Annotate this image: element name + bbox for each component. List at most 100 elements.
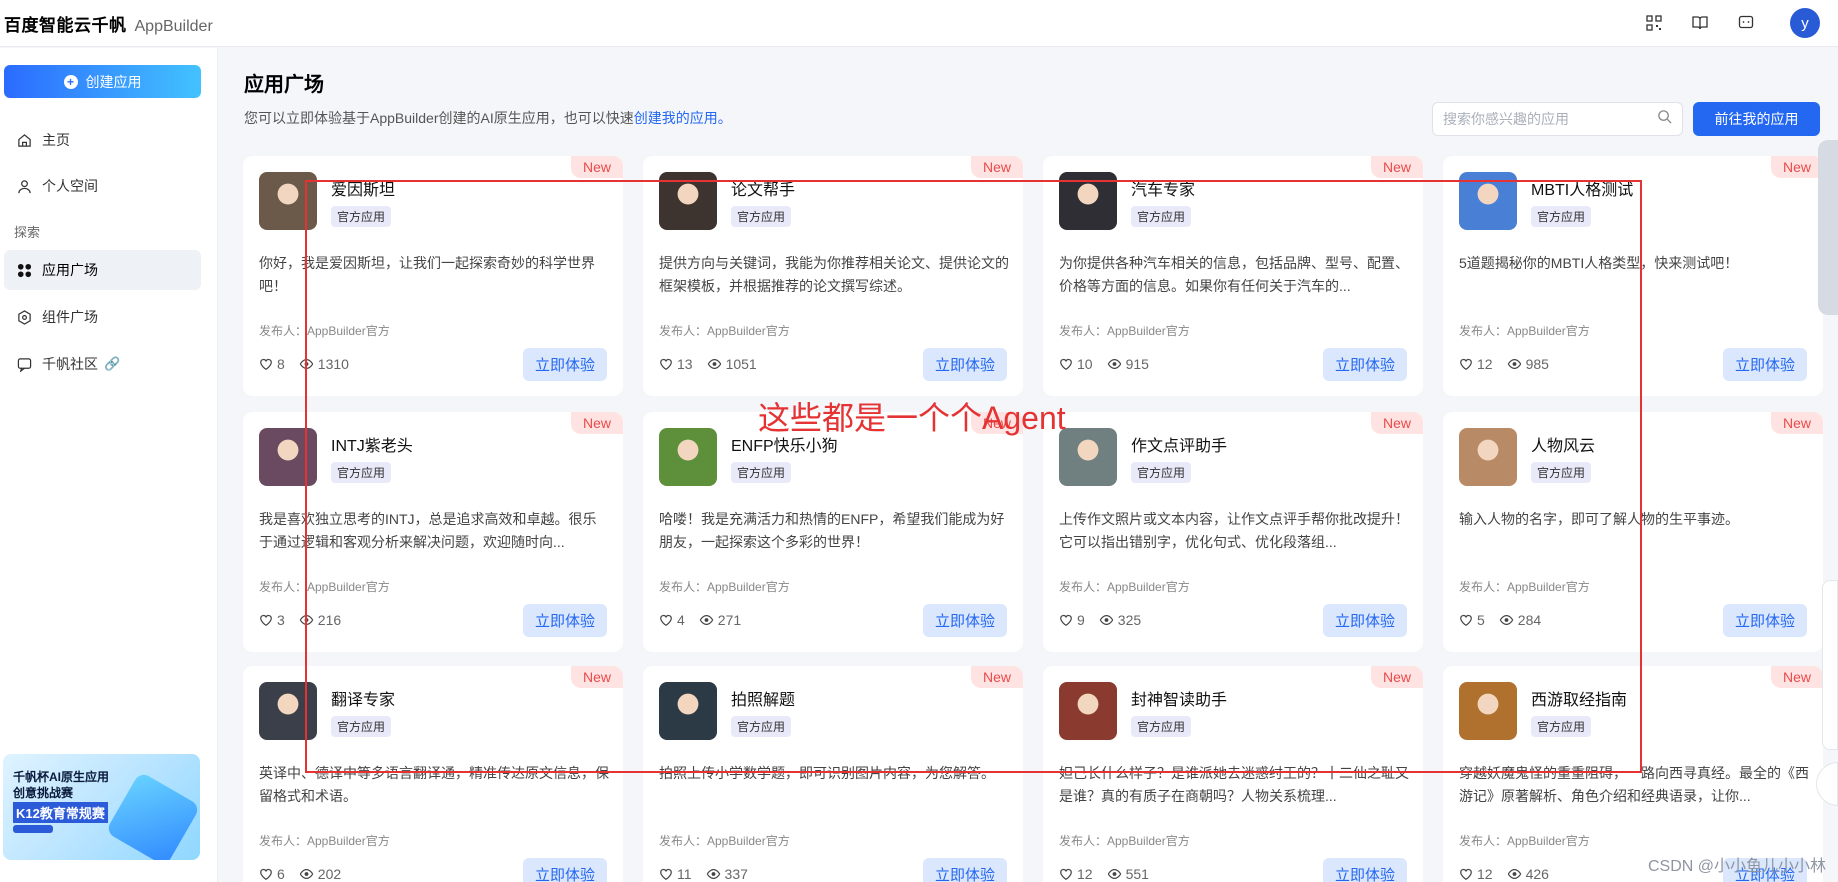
app-stats: 12 426 xyxy=(1459,866,1563,882)
user-avatar[interactable]: y xyxy=(1790,8,1820,38)
eye-icon xyxy=(299,869,314,879)
views: 337 xyxy=(706,866,748,882)
sidebar-item-home[interactable]: 主页 xyxy=(4,120,201,160)
views: 216 xyxy=(299,612,341,628)
views: 426 xyxy=(1507,866,1549,882)
feedback-icon[interactable] xyxy=(1734,11,1758,35)
app-card[interactable]: New 作文点评助手 官方应用 上传作文照片或文本内容，让作文点评手帮你批改提升… xyxy=(1043,412,1423,652)
sidebar-item-app-square[interactable]: 应用广场 xyxy=(4,250,201,290)
heart-icon xyxy=(1060,868,1072,880)
like-count: 5 xyxy=(1477,612,1485,628)
promo-line-3: K12教育常规赛 xyxy=(13,802,108,823)
publisher: 发布人：AppBuilder官方 xyxy=(659,580,790,594)
search-icon[interactable] xyxy=(1657,109,1672,129)
app-card[interactable]: New 翻译专家 官方应用 英译中、德译中等多语言翻译通，精准传达原文信息，保留… xyxy=(243,666,623,882)
likes[interactable]: 8 xyxy=(259,356,285,372)
likes[interactable]: 12 xyxy=(1459,866,1493,882)
likes[interactable]: 12 xyxy=(1459,356,1493,372)
try-now-button[interactable]: 立即体验 xyxy=(923,604,1007,637)
new-tag: New xyxy=(570,156,623,178)
sidebar-item-label: 千帆社区 xyxy=(42,356,98,372)
grid-icon[interactable] xyxy=(1642,11,1666,35)
likes[interactable]: 9 xyxy=(1059,612,1085,628)
watermark: CSDN @小小鱼儿小小林 xyxy=(1647,858,1826,875)
sidebar-item-component-square[interactable]: 组件广场 xyxy=(4,297,201,337)
app-card[interactable]: New 汽车专家 官方应用 为你提供各种汽车相关的信息，包括品牌、型号、配置、价… xyxy=(1043,156,1423,396)
try-now-button[interactable]: 立即体验 xyxy=(923,348,1007,381)
app-card[interactable]: New ENFP快乐小狗 官方应用 哈喽！我是充满活力和热情的ENFP，希望我们… xyxy=(643,412,1023,652)
publisher: 发布人：AppBuilder官方 xyxy=(1459,324,1590,338)
community-icon xyxy=(16,356,32,372)
sidebar-item-label: 组件广场 xyxy=(42,309,98,325)
app-thumbnail xyxy=(259,428,317,486)
top-bar: 百度智能云千帆 AppBuilder y xyxy=(0,0,1838,47)
likes[interactable]: 5 xyxy=(1459,612,1485,628)
likes[interactable]: 10 xyxy=(1059,356,1093,372)
app-card[interactable]: New MBTI人格测试 官方应用 5道题揭秘你的MBTI人格类型，快来测试吧！… xyxy=(1443,156,1823,396)
try-now-button[interactable]: 立即体验 xyxy=(1323,348,1407,381)
promo-banner[interactable]: 千帆杯AI原生应用 创意挑战赛 K12教育常规赛 xyxy=(3,754,200,860)
official-badge: 官方应用 xyxy=(1131,206,1192,227)
app-card[interactable]: New 人物风云 官方应用 输入人物的名字，即可了解人物的生平事迹。 发布人：A… xyxy=(1443,412,1823,652)
heart-icon xyxy=(260,868,272,880)
app-card[interactable]: New 西游取经指南 官方应用 穿越妖魔鬼怪的重重阻碍，一路向西寻真经。最全的《… xyxy=(1443,666,1823,882)
top-icons: y xyxy=(1642,8,1820,38)
app-name: 封神智读助手 xyxy=(1131,692,1228,709)
create-my-app-link[interactable]: 创建我的应用。 xyxy=(634,110,732,126)
app-card[interactable]: New 爱因斯坦 官方应用 你好，我是爱因斯坦，让我们一起探索奇妙的科学世界吧！… xyxy=(243,156,623,396)
subtitle-text: 您可以立即体验基于AppBuilder创建的AI原生应用，也可以快速 xyxy=(244,110,634,126)
book-icon[interactable] xyxy=(1688,11,1712,35)
promo-button[interactable] xyxy=(13,825,53,833)
views: 551 xyxy=(1107,866,1149,882)
like-count: 11 xyxy=(677,866,692,882)
try-now-button[interactable]: 立即体验 xyxy=(523,348,607,381)
likes[interactable]: 3 xyxy=(259,612,285,628)
sidebar-item-community[interactable]: 千帆社区 🔗 xyxy=(4,344,201,384)
try-now-button[interactable]: 立即体验 xyxy=(1723,604,1807,637)
home-icon xyxy=(16,132,32,148)
view-count: 202 xyxy=(317,866,342,882)
likes[interactable]: 11 xyxy=(659,866,692,882)
view-count: 426 xyxy=(1525,866,1549,882)
sidebar-item-personal-space[interactable]: 个人空间 xyxy=(4,166,201,206)
view-count: 1310 xyxy=(317,356,349,372)
search-box[interactable] xyxy=(1432,102,1683,136)
right-tool-panel[interactable] xyxy=(1822,580,1838,750)
official-badge: 官方应用 xyxy=(1131,462,1192,483)
eye-icon xyxy=(1107,869,1121,879)
views: 325 xyxy=(1099,612,1141,628)
app-name: 爱因斯坦 xyxy=(331,182,396,199)
search-input[interactable] xyxy=(1443,111,1657,127)
try-now-button[interactable]: 立即体验 xyxy=(1323,604,1407,637)
try-now-button[interactable]: 立即体验 xyxy=(523,604,607,637)
sidebar-item-label: 个人空间 xyxy=(42,178,98,194)
likes[interactable]: 6 xyxy=(259,866,285,882)
create-app-button[interactable]: + 创建应用 xyxy=(4,65,201,98)
eye-icon xyxy=(699,615,714,625)
goto-my-apps-button[interactable]: 前往我的应用 xyxy=(1693,102,1820,136)
likes[interactable]: 4 xyxy=(659,612,685,628)
heart-icon xyxy=(260,614,272,626)
right-float-widget[interactable] xyxy=(1818,140,1838,315)
view-count: 551 xyxy=(1125,866,1149,882)
app-card[interactable]: New 拍照解题 官方应用 拍照上传小学数学题，即可识别图片内容，为您解答。 发… xyxy=(643,666,1023,882)
publisher: 发布人：AppBuilder官方 xyxy=(1059,580,1190,594)
try-now-button[interactable]: 立即体验 xyxy=(1723,348,1807,381)
new-tag: New xyxy=(970,666,1023,688)
app-card[interactable]: New 论文帮手 官方应用 提供方向与关键词，我能为你推荐相关论文、提供论文的框… xyxy=(643,156,1023,396)
app-card[interactable]: New 封神智读助手 官方应用 妲己长什么样子？是谁派她去迷惑纣王的？十二仙之耻… xyxy=(1043,666,1423,882)
likes[interactable]: 13 xyxy=(659,356,693,372)
official-badge: 官方应用 xyxy=(331,206,392,227)
view-count: 337 xyxy=(724,866,748,882)
brand[interactable]: 百度智能云千帆 AppBuilder xyxy=(4,11,213,36)
try-now-button[interactable]: 立即体验 xyxy=(523,858,607,882)
app-stats: 12 551 xyxy=(1059,866,1163,882)
try-now-button[interactable]: 立即体验 xyxy=(923,858,1007,882)
eye-icon xyxy=(299,615,314,625)
app-name: INTJ紫老头 xyxy=(331,438,413,455)
try-now-button[interactable]: 立即体验 xyxy=(1323,858,1407,882)
app-thumbnail xyxy=(1459,172,1517,230)
app-card[interactable]: New INTJ紫老头 官方应用 我是喜欢独立思考的INTJ，总是追求高效和卓越… xyxy=(243,412,623,652)
app-thumbnail xyxy=(1459,682,1517,740)
likes[interactable]: 12 xyxy=(1059,866,1093,882)
